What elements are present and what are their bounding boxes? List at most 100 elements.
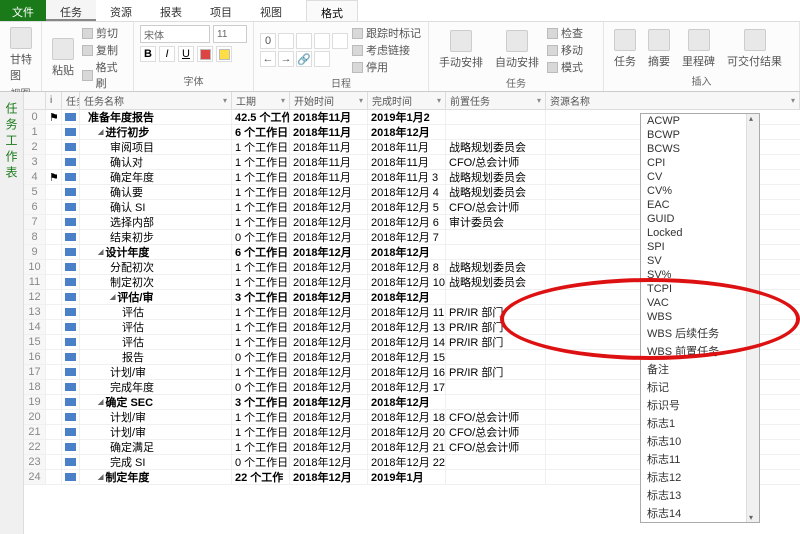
row-number[interactable]: 22 [24, 440, 46, 454]
field-option[interactable]: CPI [641, 156, 759, 170]
field-option[interactable]: EAC [641, 198, 759, 212]
col-duration[interactable]: 工期 [232, 92, 290, 109]
pct-25[interactable] [278, 33, 294, 49]
menu-tab-project[interactable]: 项目 [196, 0, 246, 21]
row-task-name[interactable]: 确定 SEC [80, 395, 232, 409]
manual-button[interactable]: 手动安排 [435, 28, 487, 72]
row-duration[interactable]: 42.5 个工作 [232, 110, 290, 124]
row-number[interactable]: 20 [24, 410, 46, 424]
row-start[interactable]: 2018年12月 [290, 320, 368, 334]
field-option[interactable]: 标志1 [641, 414, 759, 432]
field-option[interactable]: BCWS [641, 142, 759, 156]
row-number[interactable]: 11 [24, 275, 46, 289]
row-number[interactable]: 14 [24, 320, 46, 334]
row-task-name[interactable]: 评估/审 [80, 290, 232, 304]
row-finish[interactable]: 2018年12月 7 [368, 230, 446, 244]
row-task-name[interactable]: 设计年度 [80, 245, 232, 259]
row-predecessor[interactable] [446, 110, 546, 124]
field-option[interactable]: 标识号 [641, 396, 759, 414]
brush-button[interactable]: 格式刷 [82, 59, 127, 91]
row-number[interactable]: 0 [24, 110, 46, 124]
row-finish[interactable]: 2018年12月 13 [368, 320, 446, 334]
row-duration[interactable]: 1 个工作日 [232, 305, 290, 319]
row-number[interactable]: 16 [24, 350, 46, 364]
row-duration[interactable]: 1 个工作日 [232, 170, 290, 184]
row-duration[interactable]: 1 个工作日 [232, 185, 290, 199]
row-start[interactable]: 2018年11月 [290, 125, 368, 139]
row-finish[interactable]: 2018年12月 4 [368, 185, 446, 199]
move-button[interactable]: 移动 [547, 42, 583, 58]
field-option[interactable]: WBS 后续任务 [641, 324, 759, 342]
menu-file[interactable]: 文件 [0, 0, 46, 21]
mode-button[interactable]: 模式 [547, 59, 583, 75]
field-option[interactable]: 标志13 [641, 486, 759, 504]
row-number[interactable]: 10 [24, 260, 46, 274]
row-start[interactable]: 2018年12月 [290, 200, 368, 214]
row-predecessor[interactable] [446, 380, 546, 394]
row-number[interactable]: 19 [24, 395, 46, 409]
row-predecessor[interactable]: PR/IR 部门 [446, 305, 546, 319]
row-number[interactable]: 1 [24, 125, 46, 139]
row-predecessor[interactable] [446, 230, 546, 244]
inspect-button[interactable]: 检查 [547, 25, 583, 41]
row-start[interactable]: 2018年12月 [290, 230, 368, 244]
row-task-name[interactable]: 确认 SI [80, 200, 232, 214]
field-option[interactable]: VAC [641, 296, 759, 310]
row-task-name[interactable]: 计划/审 [80, 425, 232, 439]
col-info[interactable]: i [46, 92, 62, 109]
row-start[interactable]: 2018年12月 [290, 185, 368, 199]
row-duration[interactable]: 3 个工作日 [232, 395, 290, 409]
bold-button[interactable]: B [140, 46, 156, 62]
row-finish[interactable]: 2019年1月 [368, 470, 446, 484]
row-duration[interactable]: 1 个工作日 [232, 140, 290, 154]
row-start[interactable]: 2018年12月 [290, 290, 368, 304]
row-task-name[interactable]: 确认对 [80, 155, 232, 169]
row-duration[interactable]: 1 个工作日 [232, 425, 290, 439]
field-option[interactable]: 标记 [641, 378, 759, 396]
field-option[interactable]: SPI [641, 240, 759, 254]
row-predecessor[interactable]: PR/IR 部门 [446, 320, 546, 334]
row-finish[interactable]: 2018年11月 [368, 140, 446, 154]
row-finish[interactable]: 2018年12月 10 [368, 275, 446, 289]
row-finish[interactable]: 2019年1月2 [368, 110, 446, 124]
row-predecessor[interactable]: 战略规划委员会 [446, 185, 546, 199]
row-start[interactable]: 2018年12月 [290, 335, 368, 349]
row-predecessor[interactable]: 战略规划委员会 [446, 260, 546, 274]
col-name[interactable]: 任务名称 [80, 92, 232, 109]
row-start[interactable]: 2018年12月 [290, 440, 368, 454]
row-predecessor[interactable] [446, 395, 546, 409]
row-predecessor[interactable] [446, 470, 546, 484]
row-finish[interactable]: 2018年12月 [368, 395, 446, 409]
row-number[interactable]: 21 [24, 425, 46, 439]
paste-button[interactable]: 粘贴 [48, 36, 78, 80]
row-finish[interactable]: 2018年12月 [368, 290, 446, 304]
pct-50[interactable] [296, 33, 312, 49]
row-duration[interactable]: 3 个工作日 [232, 290, 290, 304]
font-color-button[interactable] [197, 46, 213, 62]
row-start[interactable]: 2018年12月 [290, 470, 368, 484]
row-number[interactable]: 2 [24, 140, 46, 154]
row-predecessor[interactable]: CFO/总会计师 [446, 440, 546, 454]
row-duration[interactable]: 1 个工作日 [232, 320, 290, 334]
row-start[interactable]: 2018年12月 [290, 380, 368, 394]
italic-button[interactable]: I [159, 46, 175, 62]
auto-button[interactable]: 自动安排 [491, 28, 543, 72]
field-option[interactable]: 标志15 [641, 522, 759, 523]
menu-tab-view[interactable]: 视图 [246, 0, 296, 21]
copy-button[interactable]: 复制 [82, 42, 127, 58]
field-option[interactable]: WBS 前置任务 [641, 342, 759, 360]
row-predecessor[interactable]: PR/IR 部门 [446, 335, 546, 349]
pct-100[interactable] [332, 33, 348, 49]
row-start[interactable]: 2018年12月 [290, 455, 368, 469]
row-duration[interactable]: 0 个工作日 [232, 455, 290, 469]
row-task-name[interactable]: 分配初次 [80, 260, 232, 274]
row-task-name[interactable]: 确定满足 [80, 440, 232, 454]
field-option[interactable]: BCWP [641, 128, 759, 142]
indent-button[interactable]: → [278, 51, 294, 67]
row-start[interactable]: 2018年11月 [290, 170, 368, 184]
row-task-name[interactable]: 评估 [80, 305, 232, 319]
row-number[interactable]: 9 [24, 245, 46, 259]
row-start[interactable]: 2018年11月 [290, 140, 368, 154]
row-start[interactable]: 2018年12月 [290, 395, 368, 409]
row-duration[interactable]: 22 个工作 [232, 470, 290, 484]
